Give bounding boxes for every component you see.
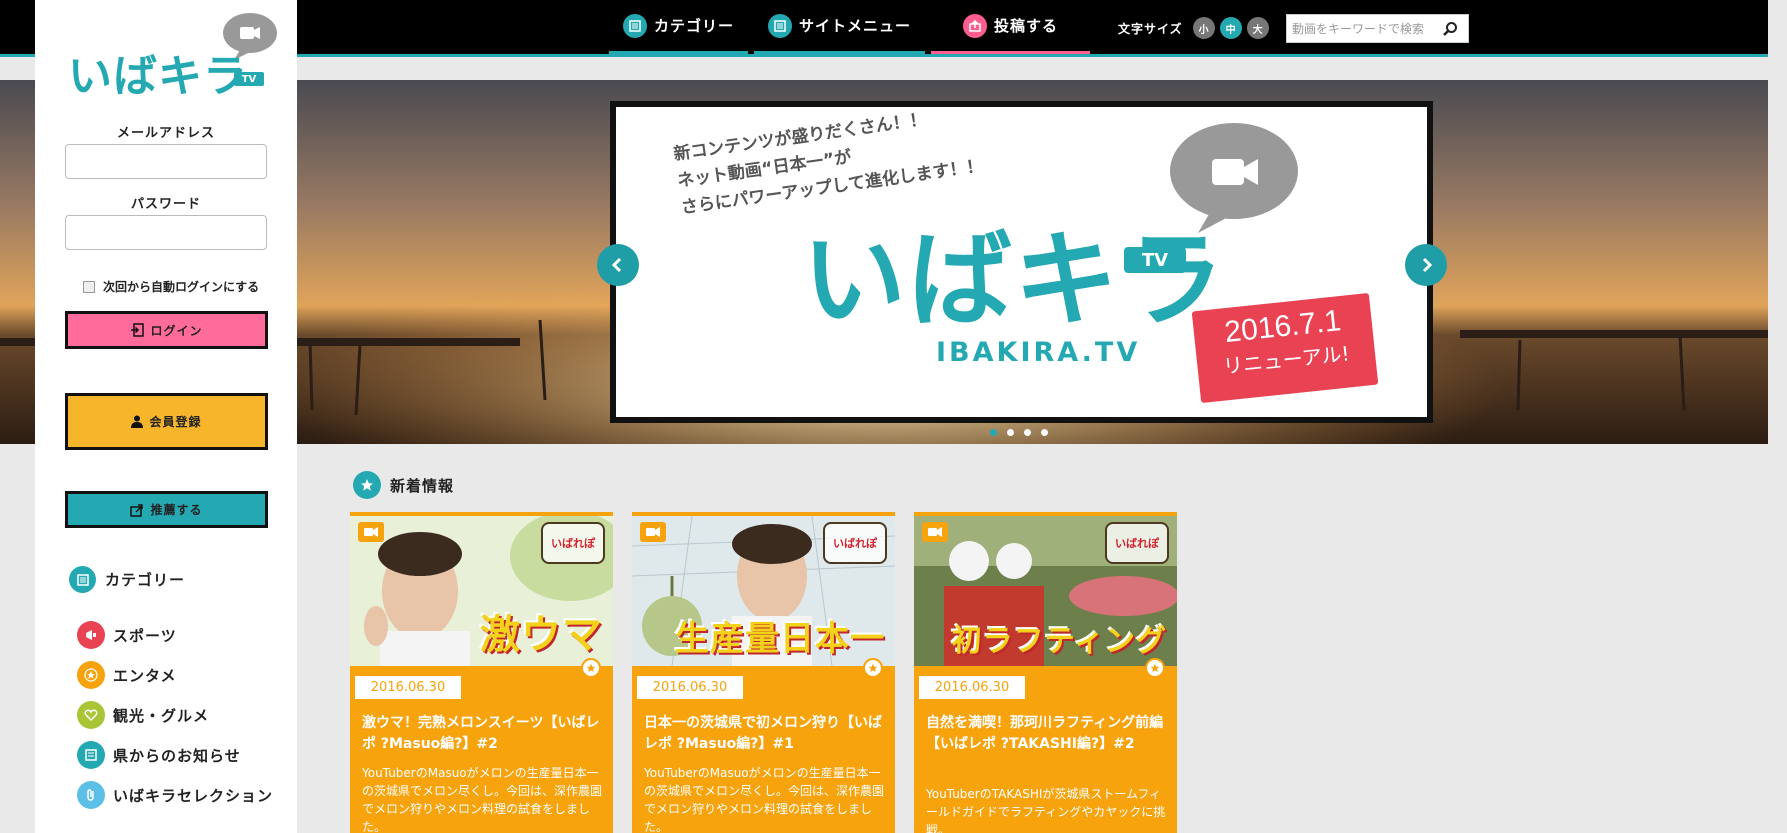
carousel-dot[interactable] [1007, 429, 1014, 436]
chevron-right-icon [1422, 257, 1433, 273]
category-item-entertainment[interactable]: エンタメ [77, 655, 273, 695]
search-icon[interactable] [1437, 16, 1463, 42]
remember-login[interactable]: 次回から自動ログインにする [83, 278, 259, 295]
nav-site-menu[interactable]: サイトメニュー [754, 0, 926, 54]
main-nav: カテゴリー サイトメニュー 投稿する [609, 0, 1091, 57]
carousel-dot[interactable] [1024, 429, 1031, 436]
carousel-dot[interactable] [990, 429, 997, 436]
carousel-next-button[interactable] [1405, 244, 1447, 286]
post-title[interactable]: 激ウマ！完熟メロンスイーツ【いばレポ ?Masuo編?】#2 [362, 713, 602, 755]
slide-domain: IBAKIRA.TV [936, 337, 1141, 368]
star-icon [353, 471, 381, 499]
document-icon [77, 741, 105, 769]
favorite-star-icon[interactable] [863, 658, 883, 678]
user-icon [131, 415, 144, 428]
video-thumbnail: いばれぽ 激ウマ [350, 516, 613, 666]
series-badge: いばれぽ [541, 522, 605, 564]
font-size-medium[interactable]: 中 [1219, 17, 1242, 39]
video-thumbnail: いばれぽ 生産量日本一 [632, 516, 895, 666]
list-icon [623, 13, 647, 38]
video-camera-icon [922, 522, 948, 542]
category-item-sports[interactable]: スポーツ [77, 615, 273, 655]
series-badge: いばれぽ [1105, 522, 1169, 564]
video-thumbnail: いばれぽ 初ラフティング [914, 516, 1177, 666]
post-date: 2016.06.30 [637, 676, 743, 699]
upload-icon [963, 13, 988, 38]
heart-icon [77, 701, 105, 729]
favorite-star-icon[interactable] [1145, 658, 1165, 678]
post-description: YouTuberのTAKASHIが茨城県ストームフィールドガイドでラフティングや… [926, 787, 1166, 833]
remember-label: 次回から自動ログインにする [103, 280, 260, 294]
site-logo[interactable]: いばキラ TV [68, 10, 278, 110]
category-item-selection[interactable]: いばキラセレクション [77, 775, 273, 815]
post-title[interactable]: 日本一の茨城県で初メロン狩り【いばレポ ?Masuo編?】#1 [644, 713, 884, 755]
list-icon [768, 13, 793, 38]
favorite-star-icon[interactable] [581, 658, 601, 678]
news-heading: 新着情報 [353, 471, 454, 499]
video-camera-icon [640, 522, 666, 542]
nav-category[interactable]: カテゴリー [609, 0, 749, 54]
carousel-prev-button[interactable] [597, 244, 639, 286]
post-date: 2016.06.30 [919, 676, 1025, 699]
font-size-control: 文字サイズ 小 中 大 [1118, 17, 1274, 39]
email-label: メールアドレス [116, 126, 215, 141]
clip-icon [77, 781, 105, 809]
post-date: 2016.06.30 [355, 676, 461, 699]
recommend-button[interactable]: 推薦する [65, 491, 268, 528]
carousel-dot[interactable] [1041, 429, 1048, 436]
share-icon [130, 503, 144, 517]
news-card[interactable]: いばれぽ 生産量日本一 2016.06.30 日本一の茨城県で初メロン狩り【いば… [632, 512, 895, 833]
news-card[interactable]: いばれぽ 激ウマ 2016.06.30 激ウマ！完熟メロンスイーツ【いばレポ ?… [350, 512, 613, 833]
search-box [1286, 14, 1469, 43]
list-icon [69, 566, 96, 593]
nav-post[interactable]: 投稿する [931, 0, 1091, 54]
thumbnail-caption: 激ウマ [480, 612, 603, 658]
password-label: パスワード [130, 197, 201, 212]
video-camera-icon [358, 522, 384, 542]
font-size-label: 文字サイズ [1118, 21, 1183, 36]
category-heading: カテゴリー [69, 566, 185, 593]
post-description: YouTuberのMasuoがメロンの生産量日本一の茨城県でメロン尽くし。今回は… [644, 766, 885, 833]
font-size-large[interactable]: 大 [1246, 17, 1269, 39]
register-button[interactable]: 会員登録 [65, 393, 268, 450]
login-button[interactable]: ログイン [65, 311, 268, 349]
sidebar: いばキラ TV メールアドレス パスワード 次回から自動ログインにする ログイン… [35, 0, 297, 833]
category-list: スポーツ エンタメ 観光・グルメ 県からのお知らせ いばキラセレクション [77, 615, 273, 815]
search-input[interactable] [1287, 15, 1437, 42]
slide-logo-tv: TV [1124, 247, 1186, 273]
nav-category-label: カテゴリー [654, 17, 735, 35]
hero-slide[interactable]: 新コンテンツが盛りだくさん！！ ネット動画“日本一”が さらにパワーアップして進… [610, 101, 1433, 423]
megaphone-icon [77, 621, 105, 649]
news-card[interactable]: いばれぽ 初ラフティング 2016.06.30 自然を満喫！那珂川ラフティング前… [914, 512, 1177, 833]
login-icon [131, 323, 145, 337]
renewal-stamp: 2016.7.1 リニューアル! [1191, 292, 1379, 404]
remember-checkbox[interactable] [83, 280, 95, 293]
category-item-prefecture-news[interactable]: 県からのお知らせ [77, 735, 273, 775]
thumbnail-caption: 生産量日本一 [675, 619, 885, 659]
font-size-small[interactable]: 小 [1192, 17, 1215, 39]
series-badge: いばれぽ [823, 522, 887, 564]
logo-tv: TV [234, 72, 264, 86]
logo-text: いばキラ [68, 51, 248, 102]
post-title[interactable]: 自然を満喫！那珂川ラフティング前編【いばレポ ?TAKASHI編?】#2 [926, 713, 1166, 755]
chevron-left-icon [611, 257, 622, 273]
post-description: YouTuberのMasuoがメロンの生産量日本一の茨城県でメロン尽くし。今回は… [362, 766, 603, 833]
star-icon [77, 661, 105, 689]
thumbnail-caption: 初ラフティング [951, 624, 1167, 659]
email-field[interactable] [65, 144, 267, 179]
nav-site-menu-label: サイトメニュー [799, 17, 912, 35]
carousel-dots [990, 429, 1058, 436]
password-field[interactable] [65, 215, 267, 250]
nav-post-label: 投稿する [994, 17, 1059, 35]
category-item-tourism[interactable]: 観光・グルメ [77, 695, 273, 735]
